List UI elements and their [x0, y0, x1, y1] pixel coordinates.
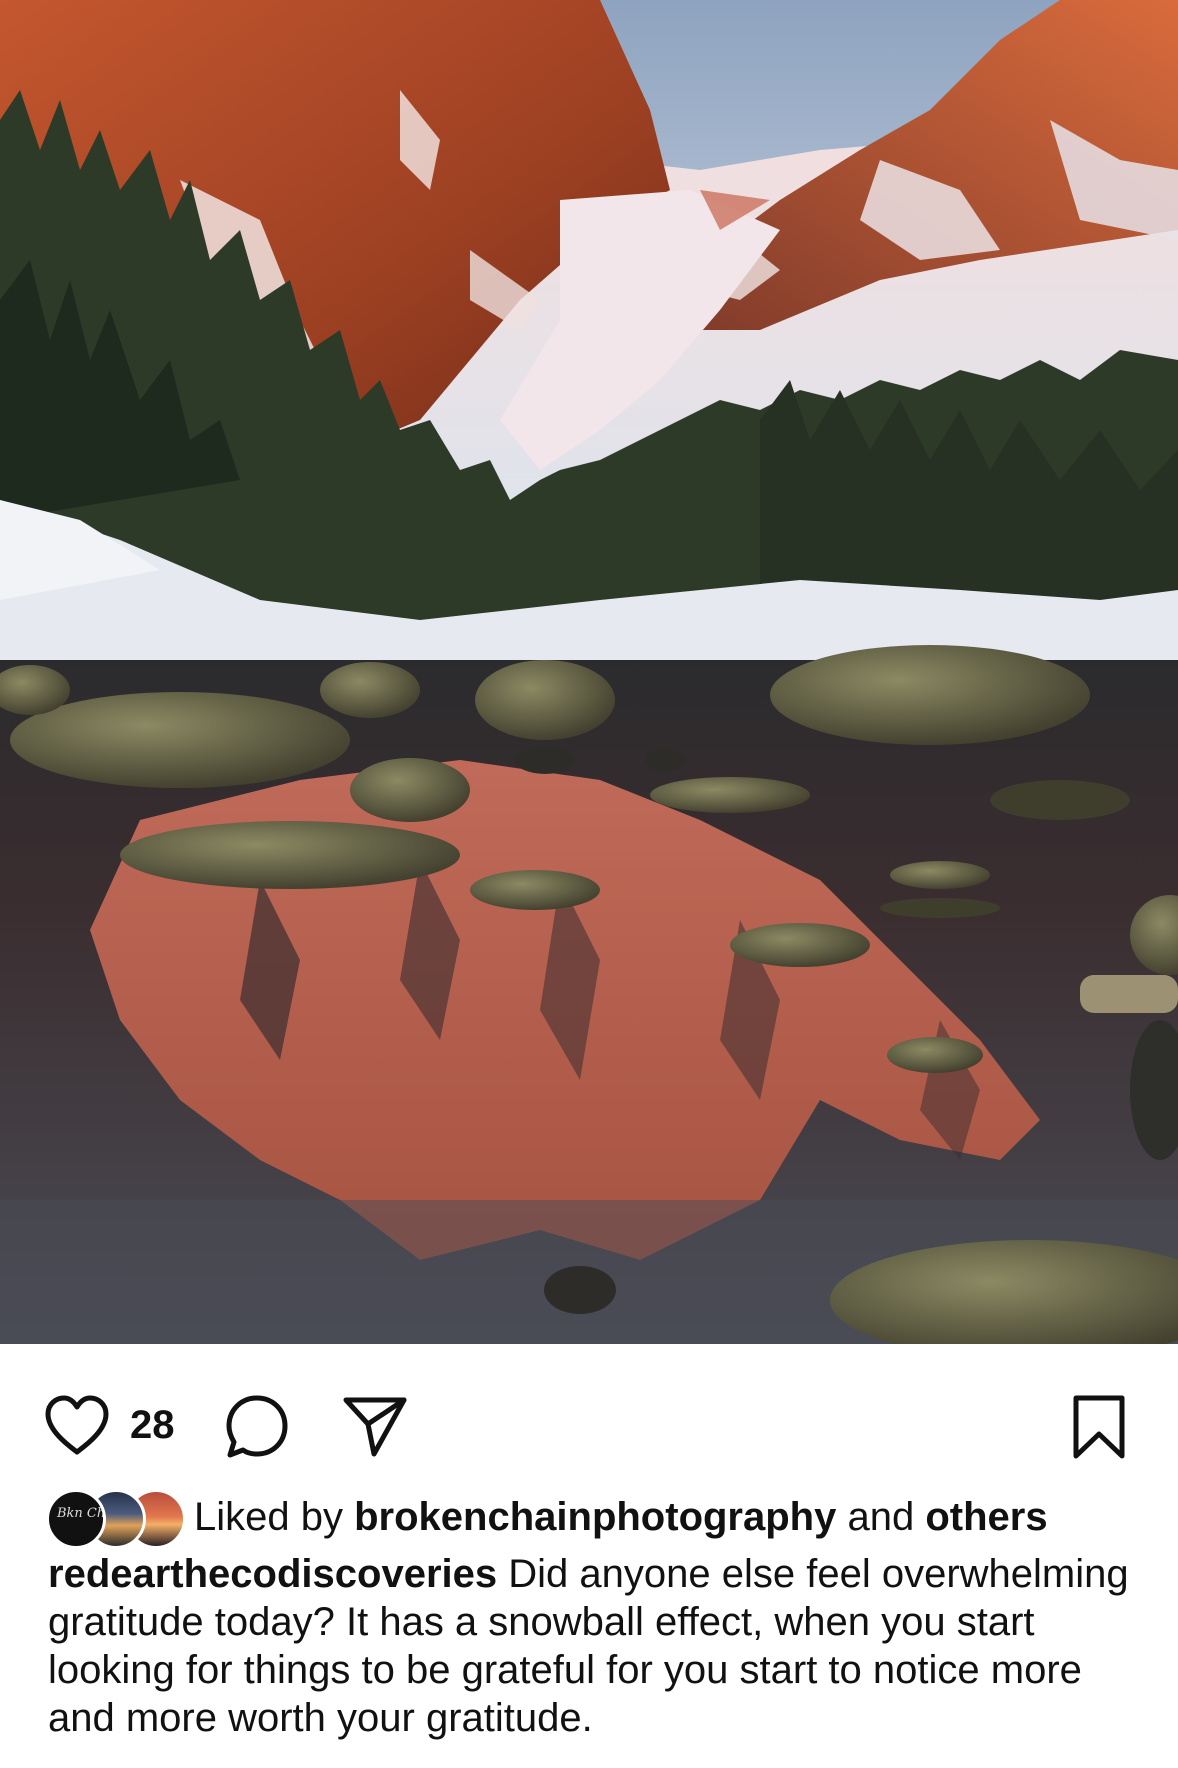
- liked-by-prefix: Liked by: [194, 1495, 343, 1539]
- bookmark-icon[interactable]: [1068, 1392, 1130, 1464]
- author-username[interactable]: redearthecodiscoveries: [48, 1552, 497, 1596]
- avatar[interactable]: Bkn Chn: [46, 1489, 106, 1549]
- landscape-photo: [0, 0, 1178, 1344]
- signature-logo: Bkn Chn: [57, 1506, 106, 1521]
- paper-plane-icon[interactable]: [340, 1394, 410, 1458]
- post-caption: redearthecodiscoveries Did anyone else f…: [48, 1550, 1148, 1742]
- post-image[interactable]: [0, 0, 1178, 1344]
- like-count[interactable]: 28: [130, 1400, 175, 1450]
- heart-icon[interactable]: [42, 1394, 112, 1458]
- liked-by-username[interactable]: brokenchainphotography: [354, 1495, 836, 1539]
- liked-by-row[interactable]: Bkn Chn Liked by brokenchainphotography …: [46, 1484, 1146, 1550]
- liked-by-connector: and: [847, 1495, 915, 1539]
- liked-by-others-link[interactable]: others: [925, 1495, 1047, 1539]
- liker-avatars[interactable]: Bkn Chn: [46, 1487, 186, 1549]
- comment-bubble-icon[interactable]: [222, 1392, 292, 1462]
- liked-by-text: Liked by brokenchainphotography and othe…: [194, 1493, 1048, 1541]
- action-bar: 28: [0, 1344, 1178, 1484]
